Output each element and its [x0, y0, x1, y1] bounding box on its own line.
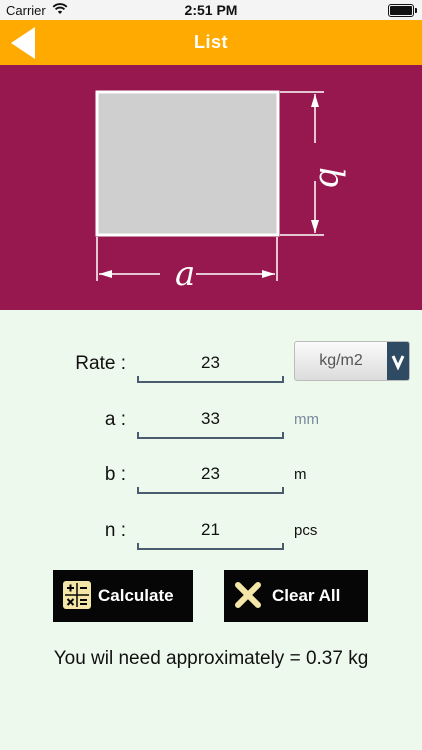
b-row: b : m [0, 456, 422, 502]
calculate-label: Calculate [98, 586, 174, 605]
rectangle-diagram: a b [0, 65, 422, 310]
battery-icon [388, 4, 417, 17]
rate-unit-value: kg/m2 [319, 352, 363, 369]
a-unit: mm [294, 411, 319, 428]
b-unit: m [294, 466, 307, 483]
status-bar: Carrier 2:51 PM [0, 0, 422, 20]
n-input[interactable] [137, 512, 284, 550]
rate-unit-select[interactable]: kg/m2 [294, 341, 410, 381]
height-label: b [311, 167, 351, 189]
n-row: n : pcs [0, 512, 422, 558]
a-input[interactable] [137, 401, 284, 439]
n-label: n : [104, 520, 126, 541]
calculator-icon [63, 581, 91, 609]
a-row: a : mm [0, 401, 422, 447]
dimension-drawing: a b [95, 90, 351, 294]
b-input[interactable] [137, 456, 284, 494]
a-label: a : [104, 409, 126, 430]
plate-rectangle [95, 90, 280, 237]
calculate-button[interactable]: Calculate [53, 570, 193, 622]
rate-label: Rate : [75, 353, 126, 374]
width-label: a [175, 254, 195, 294]
navigation-bar: List [0, 20, 422, 65]
page-title: List [193, 32, 228, 52]
clear-all-label: Clear All [272, 586, 341, 605]
chevron-down-icon [387, 342, 409, 380]
clock-time: 2:51 PM [184, 2, 238, 18]
rate-input[interactable] [137, 345, 284, 383]
clear-all-button[interactable]: Clear All [224, 570, 368, 622]
x-icon [235, 582, 261, 608]
result-text: You wil need approximately = 0.37 kg [53, 648, 369, 669]
b-label: b : [104, 464, 126, 485]
n-unit: pcs [294, 522, 318, 539]
